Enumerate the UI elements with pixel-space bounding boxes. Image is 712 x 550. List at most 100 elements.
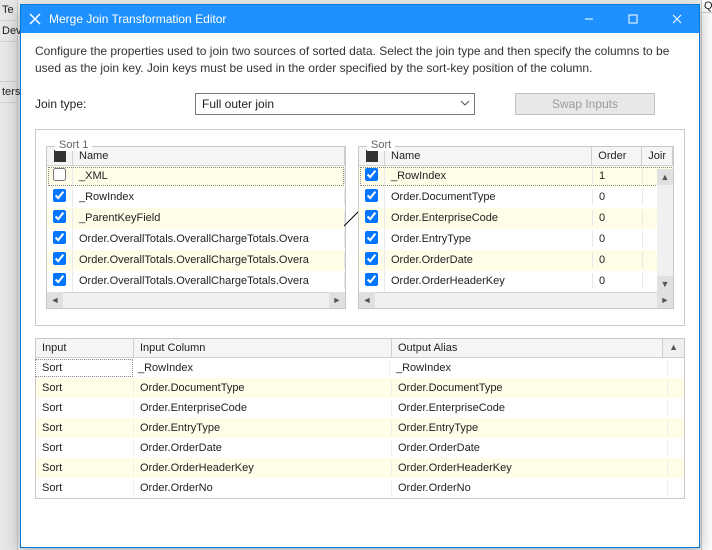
row-checkbox[interactable] — [359, 229, 385, 249]
map-input[interactable]: Sort — [36, 440, 134, 456]
row-name: _RowIndex — [385, 168, 593, 184]
scroll-right-icon[interactable]: ► — [329, 292, 345, 308]
map-col[interactable]: Order.OrderDate — [134, 440, 392, 456]
map-input[interactable]: Sort — [36, 460, 134, 476]
map-col[interactable]: Order.OrderHeaderKey — [134, 460, 392, 476]
map-header-col[interactable]: Input Column — [134, 339, 392, 357]
scroll-up-icon[interactable]: ▲ — [657, 169, 673, 185]
table-row[interactable]: Order.OverallTotals.OverallChargeTotals.… — [47, 229, 345, 250]
map-alias[interactable]: Order.OrderHeaderKey — [392, 460, 668, 476]
table-row[interactable]: Order.EntryType0 — [359, 229, 673, 250]
background-left-strip: Te Deve ters — [0, 0, 18, 550]
row-order: 0 — [593, 273, 643, 289]
row-name: Order.OverallTotals.OverallChargeTotals.… — [73, 273, 345, 289]
row-name: Order.DocumentType — [385, 189, 593, 205]
titlebar[interactable]: Merge Join Transformation Editor — [21, 5, 699, 33]
map-input[interactable]: Sort — [36, 480, 134, 496]
map-row[interactable]: SortOrder.DocumentTypeOrder.DocumentType — [36, 378, 684, 398]
left-source-panel: Sort 1 Name _XML_RowIndex_ParentKeyField… — [46, 146, 346, 309]
table-row[interactable]: _RowIndex — [47, 187, 345, 208]
window-title: Merge Join Transformation Editor — [49, 12, 567, 26]
row-name: Order.OrderHeaderKey — [385, 273, 593, 289]
row-order: 0 — [593, 231, 643, 247]
row-checkbox[interactable] — [359, 208, 385, 228]
right-header-name[interactable]: Name — [385, 147, 592, 165]
row-checkbox[interactable] — [359, 271, 385, 291]
right-panel-title: Sort — [367, 139, 395, 151]
right-v-scrollbar[interactable]: ▲ ▼ — [657, 169, 673, 292]
map-col[interactable]: Order.OrderNo — [134, 480, 392, 496]
row-checkbox[interactable] — [47, 187, 73, 207]
table-row[interactable]: Order.OrderDate0 — [359, 250, 673, 271]
row-order: 1 — [593, 168, 643, 184]
map-alias[interactable]: Order.OrderDate — [392, 440, 668, 456]
table-row[interactable]: Order.EnterpriseCode0 — [359, 208, 673, 229]
scroll-down-icon[interactable]: ▼ — [657, 276, 673, 292]
chevron-down-icon — [460, 97, 470, 111]
map-row[interactable]: SortOrder.OrderHeaderKeyOrder.OrderHeade… — [36, 458, 684, 478]
map-input[interactable]: Sort — [35, 359, 133, 377]
row-name: Order.OverallTotals.OverallChargeTotals.… — [73, 252, 345, 268]
join-type-value: Full outer join — [202, 97, 274, 111]
map-header-scroll[interactable]: ▲ — [663, 339, 684, 357]
map-header-alias[interactable]: Output Alias — [392, 339, 663, 357]
scroll-right-icon[interactable]: ► — [657, 292, 673, 308]
map-alias[interactable]: Order.EntryType — [392, 420, 668, 436]
right-header-join[interactable]: Joir — [642, 147, 673, 165]
right-header-order[interactable]: Order — [592, 147, 642, 165]
row-checkbox[interactable] — [47, 229, 73, 249]
table-row[interactable]: Order.DocumentType0 — [359, 187, 673, 208]
table-row[interactable]: Order.OverallTotals.OverallChargeTotals.… — [47, 271, 345, 292]
row-order: 0 — [593, 252, 643, 268]
join-type-select[interactable]: Full outer join — [195, 93, 475, 115]
row-name: Order.OverallTotals.OverallChargeTotals.… — [73, 231, 345, 247]
map-alias[interactable]: Order.EnterpriseCode — [392, 400, 668, 416]
join-panels: Sort 1 Name _XML _RowIndex _ParentKeyField… — [35, 129, 685, 326]
row-checkbox[interactable] — [359, 187, 385, 207]
map-col[interactable]: Order.DocumentType — [134, 380, 392, 396]
table-row[interactable]: Order.OverallTotals.OverallChargeTotals.… — [47, 250, 345, 271]
left-header-name[interactable]: Name — [73, 147, 345, 165]
row-order: 0 — [593, 189, 643, 205]
left-panel-title: Sort 1 — [55, 139, 92, 151]
row-checkbox[interactable] — [359, 250, 385, 270]
row-name: Order.EntryType — [385, 231, 593, 247]
row-name: Order.OrderDate — [385, 252, 593, 268]
minimize-button[interactable] — [567, 5, 611, 33]
table-row[interactable]: _RowIndex1 — [359, 166, 673, 187]
map-input[interactable]: Sort — [36, 420, 134, 436]
left-h-scrollbar[interactable]: ◄ ► — [47, 292, 345, 308]
row-checkbox[interactable] — [47, 208, 73, 228]
map-alias[interactable]: Order.DocumentType — [392, 380, 668, 396]
close-button[interactable] — [655, 5, 699, 33]
maximize-button[interactable] — [611, 5, 655, 33]
map-header-input[interactable]: Input — [36, 339, 134, 357]
map-input[interactable]: Sort — [36, 380, 134, 396]
table-row[interactable]: Order.OrderHeaderKey0 — [359, 271, 673, 292]
map-row[interactable]: SortOrder.EntryTypeOrder.EntryType — [36, 418, 684, 438]
row-checkbox[interactable] — [47, 250, 73, 270]
table-row[interactable]: _ParentKeyField — [47, 208, 345, 229]
table-row[interactable]: _XML — [47, 166, 345, 187]
row-checkbox[interactable] — [47, 166, 73, 186]
map-alias[interactable]: Order.OrderNo — [392, 480, 668, 496]
row-name: _XML — [73, 168, 345, 184]
map-col[interactable]: Order.EntryType — [134, 420, 392, 436]
scroll-left-icon[interactable]: ◄ — [359, 292, 375, 308]
row-checkbox[interactable] — [359, 166, 385, 186]
map-row[interactable]: SortOrder.OrderNoOrder.OrderNo — [36, 478, 684, 498]
row-checkbox[interactable] — [47, 271, 73, 291]
row-name: _RowIndex — [73, 189, 345, 205]
map-col[interactable]: _RowIndex — [132, 360, 390, 376]
background-right-strip: Qu — [701, 0, 712, 550]
map-row[interactable]: SortOrder.EnterpriseCodeOrder.Enterprise… — [36, 398, 684, 418]
map-row[interactable]: Sort_RowIndex_RowIndex — [36, 358, 684, 378]
right-h-scrollbar[interactable]: ◄ ► — [359, 292, 673, 308]
mapping-table: Input Input Column Output Alias ▲ Sort_R… — [35, 338, 685, 499]
scroll-left-icon[interactable]: ◄ — [47, 292, 63, 308]
map-alias[interactable]: _RowIndex — [390, 360, 668, 376]
map-row[interactable]: SortOrder.OrderDateOrder.OrderDate — [36, 438, 684, 458]
join-type-label: Join type: — [35, 97, 195, 111]
map-input[interactable]: Sort — [36, 400, 134, 416]
map-col[interactable]: Order.EnterpriseCode — [134, 400, 392, 416]
